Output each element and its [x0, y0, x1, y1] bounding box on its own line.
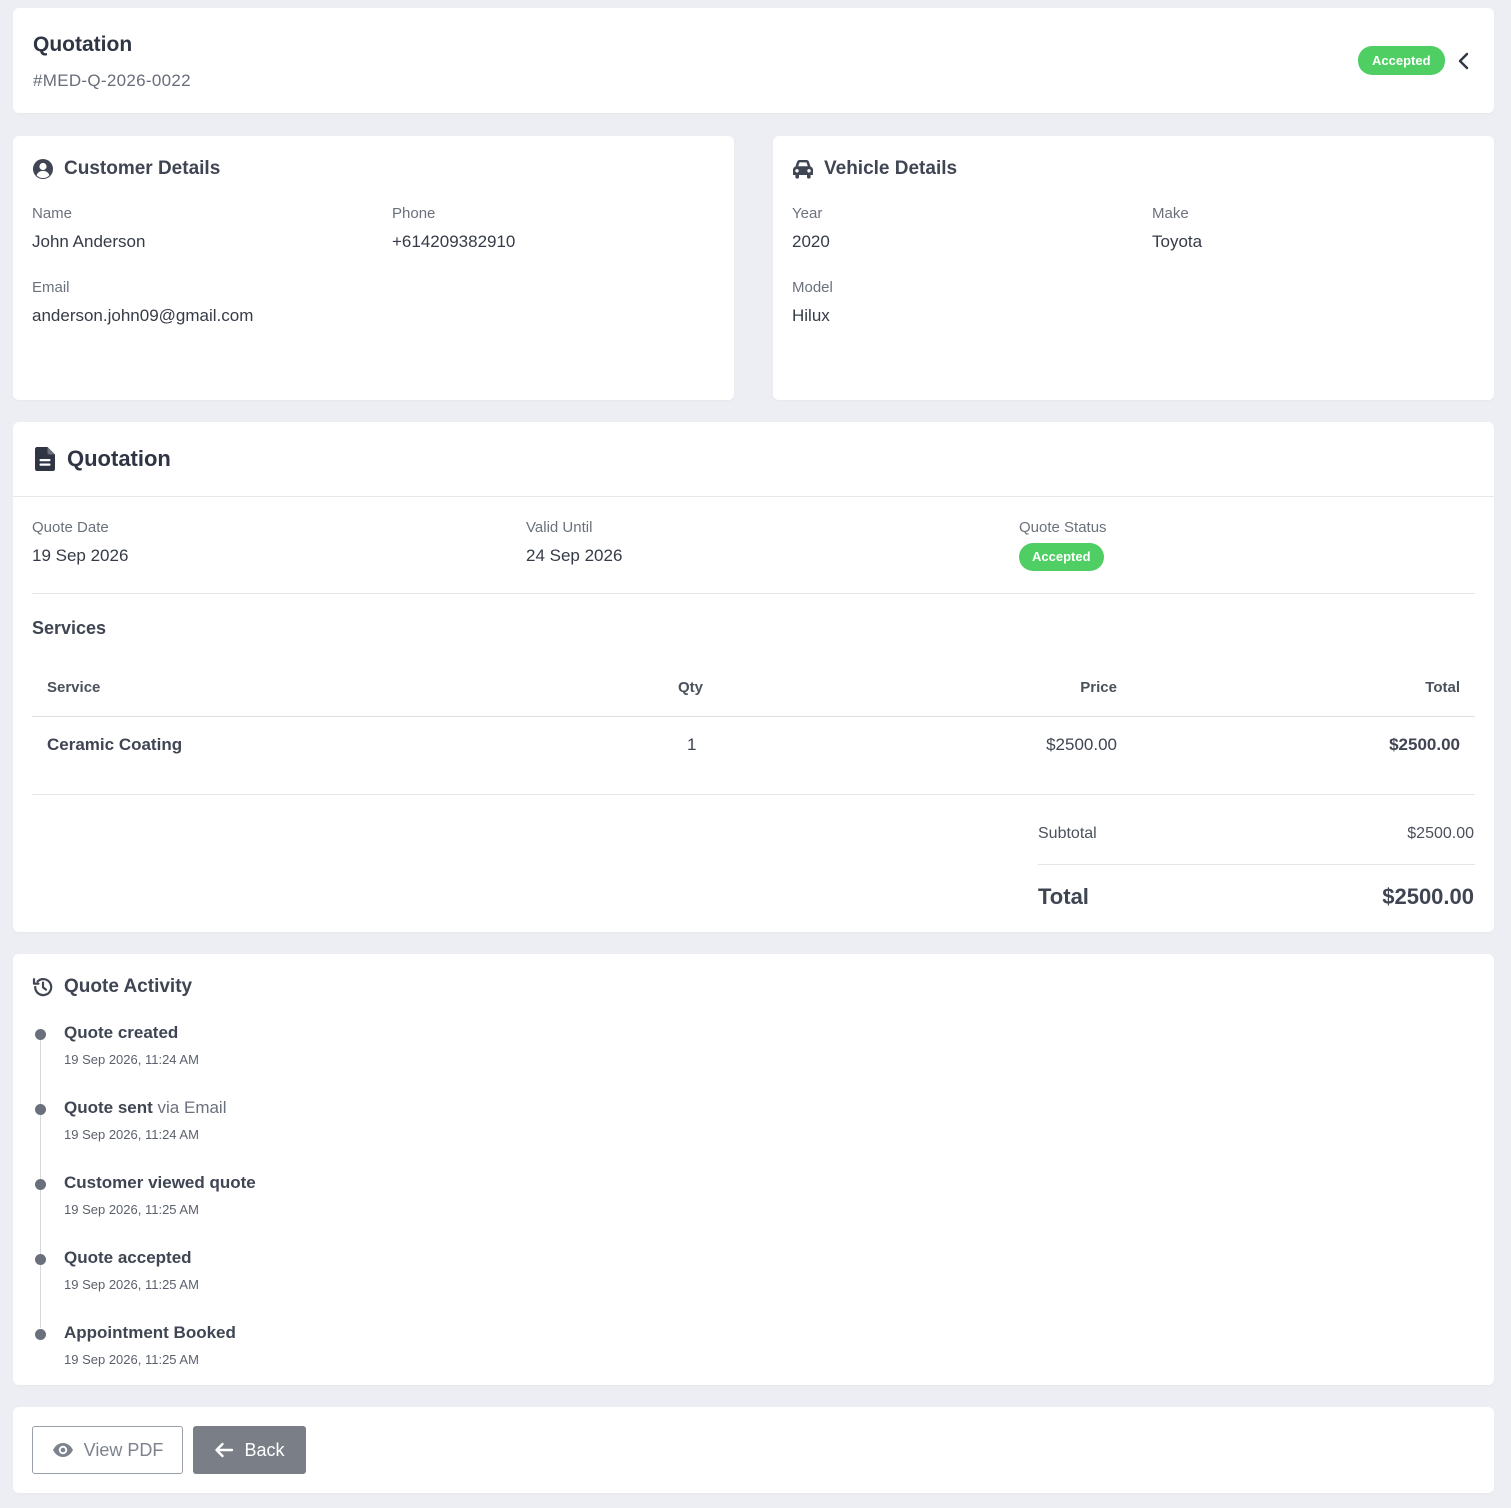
- timeline-dot: [35, 1104, 46, 1115]
- activity-action: Quote sent: [64, 1098, 153, 1117]
- customer-name-label: Name: [32, 205, 73, 222]
- timeline-dot: [35, 1254, 46, 1265]
- back-label: Back: [244, 1439, 285, 1460]
- header-divider: [13, 496, 1494, 497]
- quote-status-badge: Accepted: [1019, 543, 1104, 571]
- customer-email-field: Email anderson.john09@gmail.com: [32, 279, 253, 326]
- document-icon: [35, 447, 55, 471]
- table-header-divider: [32, 716, 1475, 717]
- valid-until-value: 24 Sep 2026: [526, 546, 623, 565]
- customer-phone-value: +614209382910: [392, 232, 516, 251]
- activity-time: 19 Sep 2026, 11:25 AM: [64, 1202, 199, 1217]
- column-header-qty: Qty: [678, 679, 704, 696]
- customer-name-value: John Anderson: [32, 232, 146, 251]
- valid-until-label: Valid Until: [526, 519, 593, 536]
- activity-text: Quote sent via Email: [64, 1098, 226, 1118]
- row-price: $2500.00: [1046, 735, 1117, 754]
- quote-date-label: Quote Date: [32, 519, 109, 536]
- activity-action: Appointment Booked: [64, 1323, 236, 1342]
- customer-phone-field: Phone +614209382910: [392, 205, 515, 252]
- quote-status-label: Quote Status: [1019, 519, 1107, 536]
- services-title: Services: [32, 618, 107, 638]
- quote-date-field: Quote Date 19 Sep 2026: [32, 519, 128, 566]
- customer-email-label: Email: [32, 279, 70, 296]
- car-icon: [792, 158, 814, 180]
- vehicle-make-field: Make Toyota: [1152, 205, 1202, 252]
- column-header-service: Service: [47, 679, 101, 696]
- timeline-dot: [35, 1329, 46, 1340]
- vehicle-year-value: 2020: [792, 232, 830, 251]
- vehicle-year-field: Year 2020: [792, 205, 830, 252]
- eye-icon: [52, 1442, 74, 1458]
- quotation-header-card: Quotation #MED-Q-2026-0022 Accepted: [13, 8, 1494, 113]
- vehicle-model-label: Model: [792, 279, 833, 296]
- table-row-divider: [32, 794, 1475, 795]
- customer-phone-label: Phone: [392, 205, 436, 222]
- activity-text: Appointment Booked: [64, 1323, 236, 1343]
- customer-details-title: Customer Details: [64, 158, 221, 179]
- customer-details-header: Customer Details: [32, 158, 220, 180]
- activity-text: Customer viewed quote: [64, 1173, 256, 1193]
- quote-activity-title: Quote Activity: [64, 976, 193, 997]
- user-circle-icon: [32, 158, 54, 180]
- vehicle-year-label: Year: [792, 205, 823, 222]
- column-header-price: Price: [1080, 679, 1117, 696]
- arrow-left-icon: [214, 1442, 234, 1458]
- row-qty: 1: [687, 735, 697, 754]
- status-badge: Accepted: [1358, 46, 1445, 75]
- total-label: Total: [1038, 884, 1089, 909]
- activity-time: 19 Sep 2026, 11:25 AM: [64, 1277, 199, 1292]
- vehicle-make-label: Make: [1152, 205, 1189, 222]
- activity-text: Quote accepted: [64, 1248, 192, 1268]
- section-divider: [32, 593, 1475, 594]
- quote-activity-header: Quote Activity: [32, 976, 192, 998]
- subtotal-label: Subtotal: [1038, 825, 1097, 842]
- back-button[interactable]: Back: [193, 1426, 306, 1474]
- row-total: $2500.00: [1389, 735, 1460, 754]
- chevron-left-icon[interactable]: [1456, 51, 1470, 71]
- vehicle-model-value: Hilux: [792, 306, 830, 325]
- valid-until-field: Valid Until 24 Sep 2026: [526, 519, 622, 566]
- history-icon: [32, 976, 54, 998]
- quote-status-field: Quote Status Accepted: [1019, 519, 1107, 571]
- activity-time: 19 Sep 2026, 11:25 AM: [64, 1352, 199, 1367]
- customer-name-field: Name John Anderson: [32, 205, 145, 252]
- activity-action: Quote created: [64, 1023, 179, 1042]
- summary-divider: [1038, 864, 1475, 865]
- total-value: $2500.00: [1382, 884, 1474, 909]
- subtotal-value: $2500.00: [1407, 825, 1474, 842]
- column-header-total: Total: [1425, 679, 1460, 696]
- activity-time: 19 Sep 2026, 11:24 AM: [64, 1052, 199, 1067]
- page-title: Quotation: [33, 33, 133, 56]
- timeline-dot: [35, 1029, 46, 1040]
- customer-email-value: anderson.john09@gmail.com: [32, 306, 254, 325]
- vehicle-model-field: Model Hilux: [792, 279, 833, 326]
- vehicle-details-title: Vehicle Details: [824, 158, 958, 179]
- activity-text: Quote created: [64, 1023, 178, 1043]
- actions-card: View PDF Back: [13, 1407, 1494, 1493]
- activity-action: Quote accepted: [64, 1248, 192, 1267]
- activity-action: Customer viewed quote: [64, 1173, 256, 1192]
- activity-extra: via Email: [152, 1098, 227, 1117]
- timeline-dot: [35, 1179, 46, 1190]
- view-pdf-button[interactable]: View PDF: [32, 1426, 183, 1474]
- activity-time: 19 Sep 2026, 11:24 AM: [64, 1127, 199, 1142]
- quote-number: #MED-Q-2026-0022: [33, 71, 191, 90]
- quotation-section-header: Quotation: [35, 446, 171, 472]
- vehicle-make-value: Toyota: [1152, 232, 1203, 251]
- customer-details-card: Customer Details Name John Anderson Phon…: [13, 136, 734, 400]
- quotation-title: Quotation: [67, 446, 171, 471]
- vehicle-details-card: Vehicle Details Year 2020 Make Toyota Mo…: [773, 136, 1494, 400]
- quotation-card: Quotation Quote Date 19 Sep 2026 Valid U…: [13, 422, 1494, 932]
- row-service: Ceramic Coating: [47, 735, 183, 754]
- quote-date-value: 19 Sep 2026: [32, 546, 129, 565]
- view-pdf-label: View PDF: [83, 1439, 164, 1460]
- quote-activity-card: Quote Activity Quote created 19 Sep 2026…: [13, 954, 1494, 1385]
- vehicle-details-header: Vehicle Details: [792, 158, 957, 180]
